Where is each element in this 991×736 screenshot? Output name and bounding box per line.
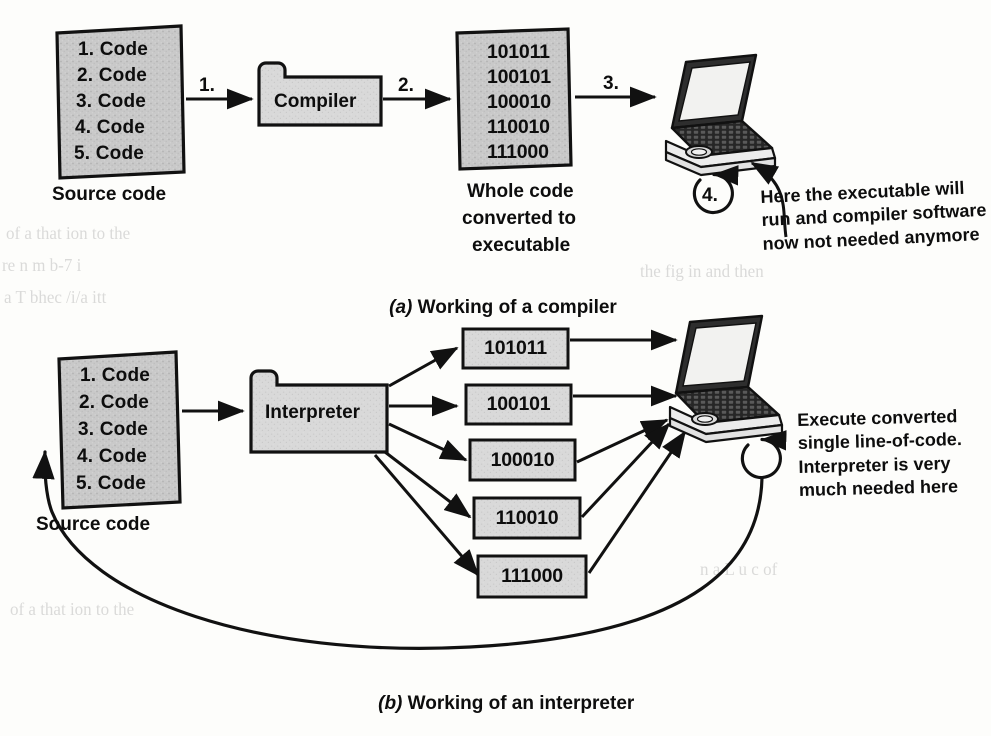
executable-line-4: 110010 <box>487 116 550 138</box>
arrow-interpreter-to-line-4 <box>384 450 472 519</box>
binary-box-5-value: 111000 <box>501 565 563 587</box>
figure-caption-b: (b) Working of an interpreter <box>357 668 634 736</box>
annotation-compiler: Here the executable will run and compile… <box>760 176 988 256</box>
figure-caption-b-text: Working of an interpreter <box>402 692 635 714</box>
source-line-b-3: 3. Code <box>78 419 149 440</box>
executable-caption-line-2: converted to <box>462 208 577 229</box>
binary-box-4-value: 110010 <box>495 506 559 529</box>
binary-box-2-value: 100101 <box>486 393 551 415</box>
step-label-4: 4. <box>702 185 718 206</box>
compiler-label: Compiler <box>274 91 357 112</box>
source-line-3: 3. Code <box>76 91 147 112</box>
laptop-interpreter <box>668 314 784 444</box>
source-line-b-1: 1. Code <box>80 365 151 386</box>
source-line-1: 1. Code <box>78 39 149 60</box>
step-label-1: 1. <box>199 75 215 96</box>
arrow-interpreter-to-line-1 <box>388 346 459 388</box>
executable-line-5: 111000 <box>487 141 549 163</box>
loop-arrow-interpreter <box>740 430 787 480</box>
source-code-caption-compiler: Source code <box>52 184 167 205</box>
figure-caption-a-label: (a) <box>389 296 413 318</box>
executable-caption-line-1: Whole code <box>467 181 574 202</box>
executable-caption-line-3: executable <box>472 235 571 256</box>
laptop-compiler <box>664 53 777 177</box>
source-line-b-5: 5. Code <box>76 473 147 494</box>
source-code-caption-interpreter: Source code <box>36 514 151 535</box>
arrow-line-5-to-laptop <box>587 430 687 574</box>
source-line-2: 2. Code <box>77 65 148 86</box>
source-line-b-4: 4. Code <box>77 446 148 467</box>
figure-caption-a-text: Working of a compiler <box>412 296 617 318</box>
binary-box-1-value: 101011 <box>484 337 547 359</box>
arrow-interpreter-to-line-5 <box>373 454 480 577</box>
executable-line-3: 100010 <box>487 91 551 113</box>
source-line-4: 4. Code <box>75 117 146 138</box>
interpreter-label: Interpreter <box>265 402 361 423</box>
figure-caption-b-label: (b) <box>378 692 403 714</box>
executable-line-1: 101011 <box>487 41 550 63</box>
source-line-5: 5. Code <box>74 143 145 164</box>
annotation-interpreter-line-4: much needed here <box>798 476 959 501</box>
binary-box-3-value: 100010 <box>490 448 555 471</box>
annotation-interpreter: Execute converted single line-of-code. I… <box>797 405 963 503</box>
source-line-b-2: 2. Code <box>79 392 150 413</box>
step-label-2: 2. <box>398 75 414 96</box>
arrow-interpreter-to-line-3 <box>388 422 468 462</box>
step-label-3: 3. <box>603 73 619 94</box>
executable-line-2: 100101 <box>487 66 551 88</box>
figure-page: of a that ion to the re n m b-7 i a T bh… <box>0 0 991 736</box>
